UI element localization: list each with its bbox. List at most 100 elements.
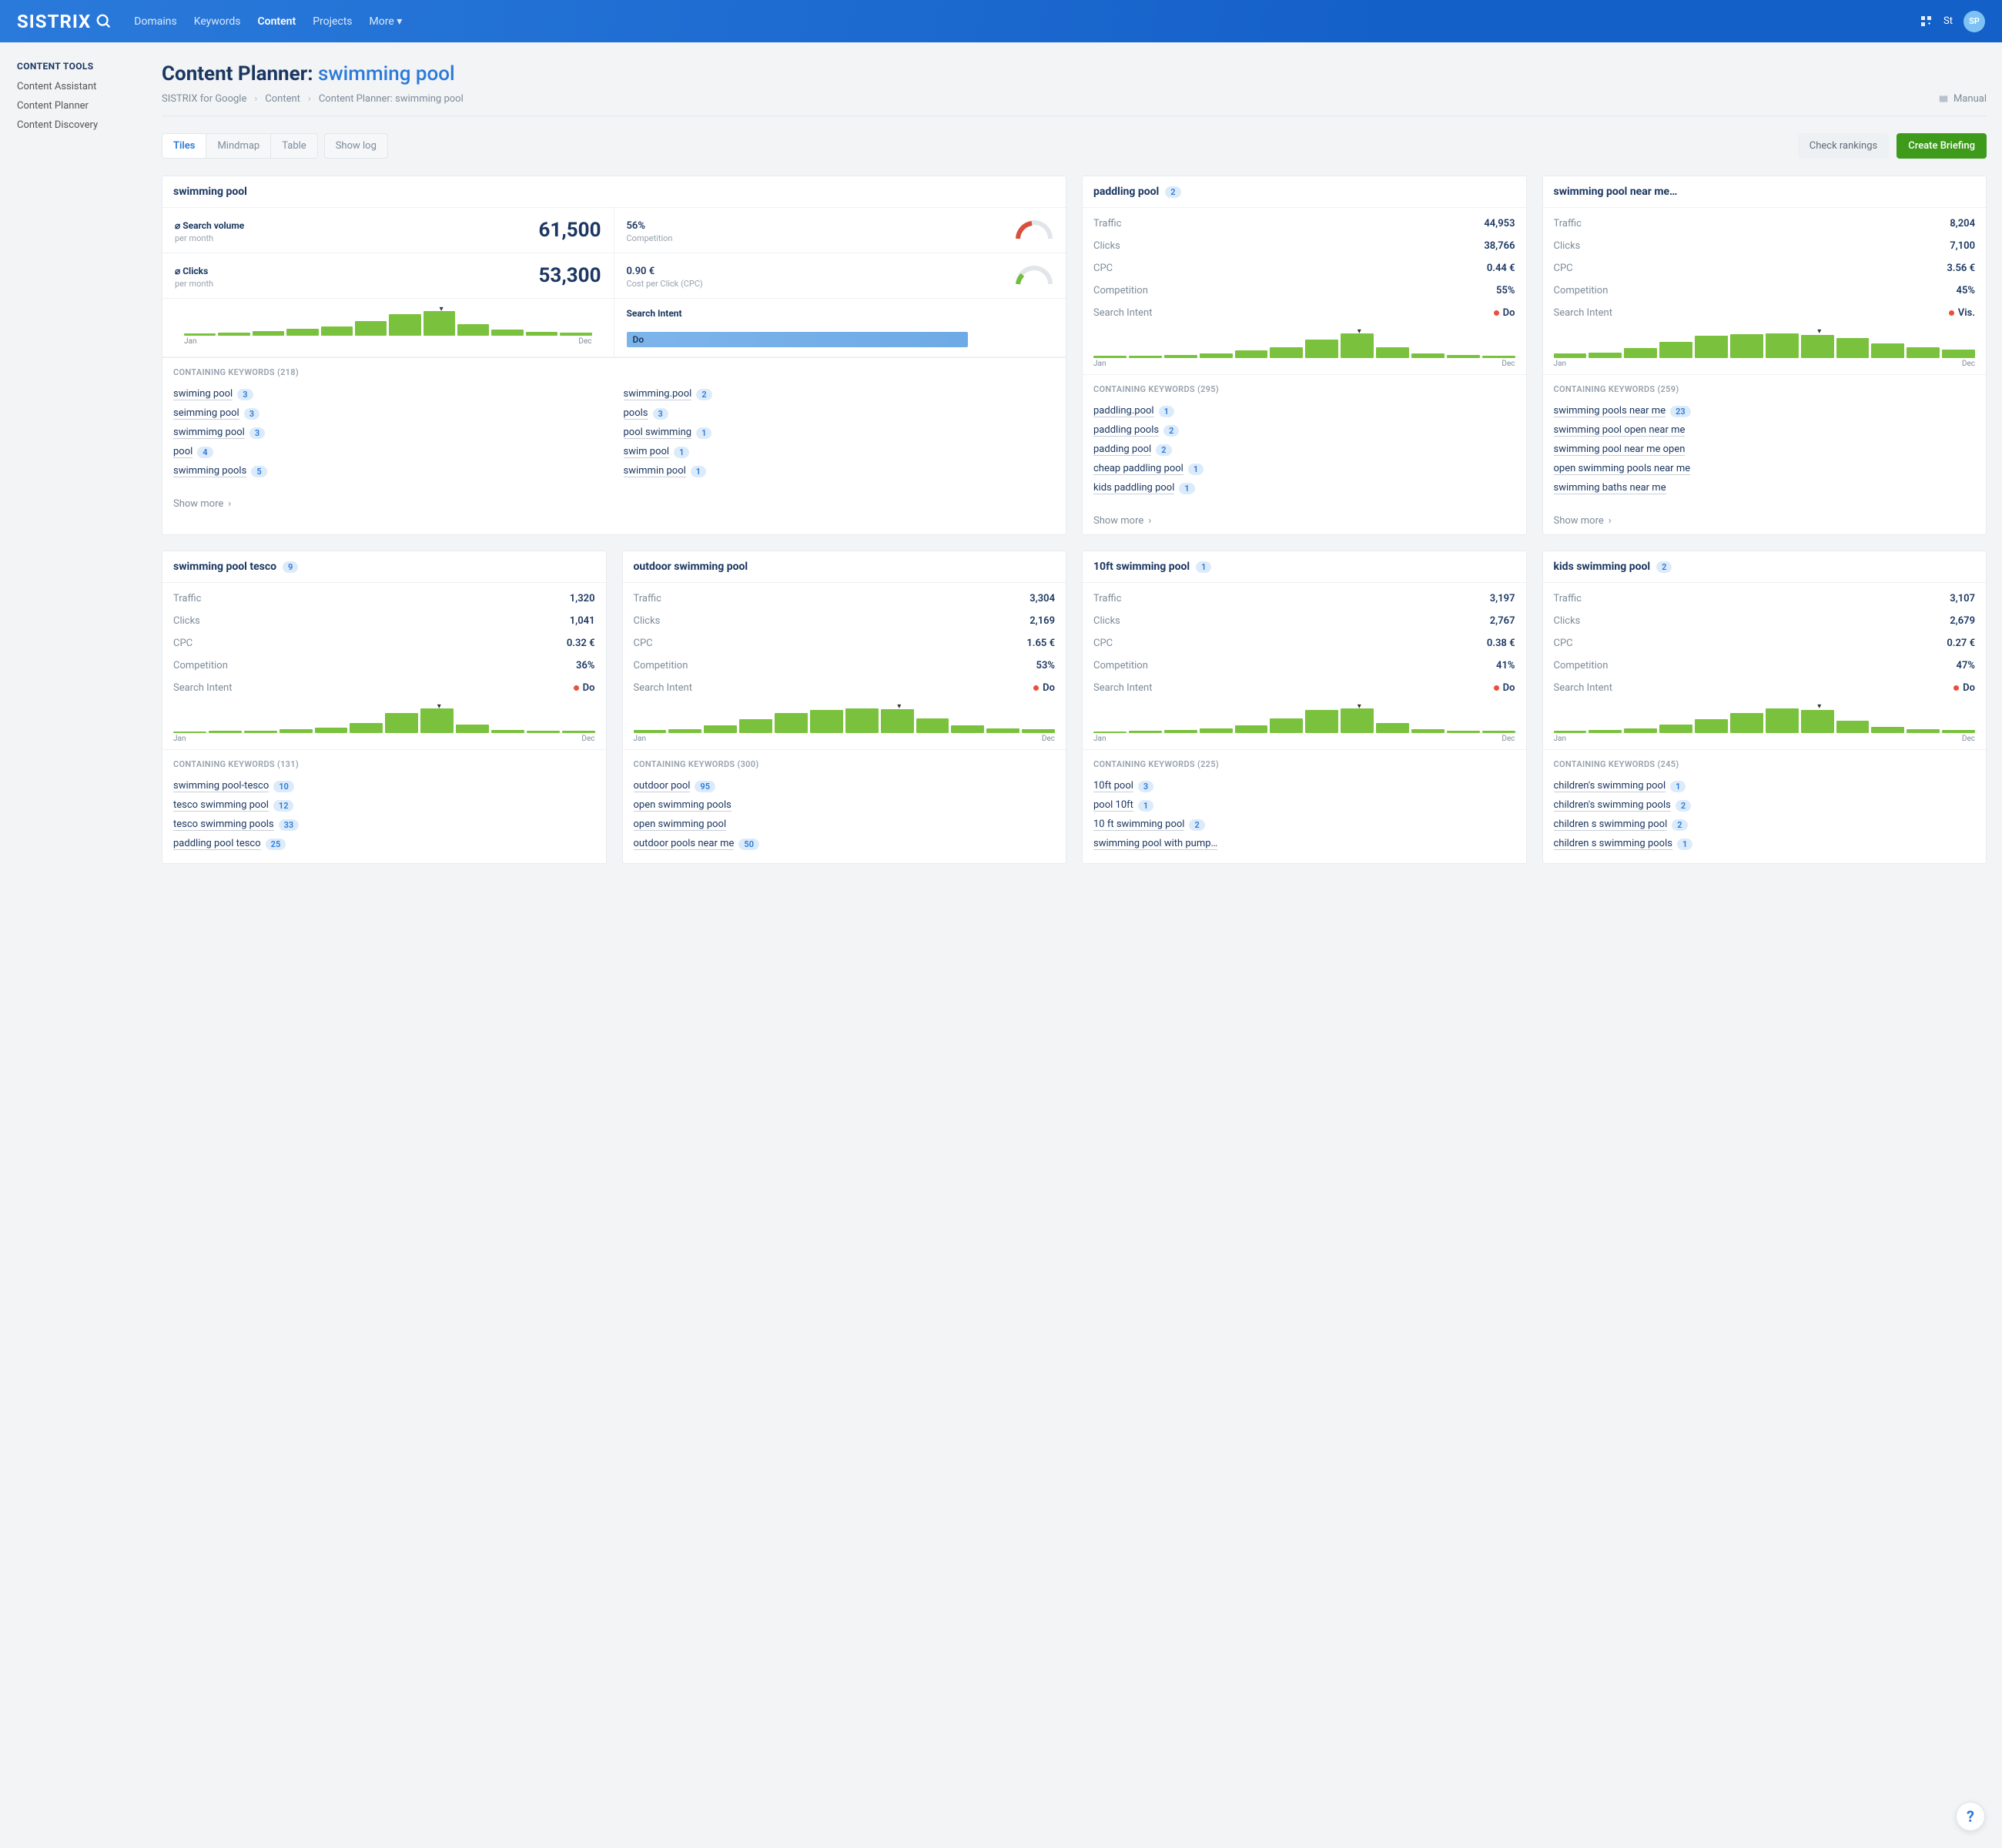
keyword-item[interactable]: children s swimming pools1 (1554, 835, 1976, 854)
manual-link[interactable]: Manual (1938, 93, 1987, 105)
keyword-item[interactable]: outdoor pool95 (634, 777, 1056, 796)
show-more[interactable]: Show more › (1543, 507, 1987, 534)
metric-label: ⌀ Clicks (175, 266, 208, 276)
kv-value: 1.65 € (1026, 638, 1055, 649)
keyword-tile: swimming pool near me…Traffic8,204Clicks… (1542, 176, 1987, 535)
brand-logo[interactable]: SISTRIX (17, 11, 112, 32)
trend-chart: ▾ (1543, 329, 1987, 360)
check-rankings-button[interactable]: Check rankings (1798, 133, 1889, 159)
nav-domains[interactable]: Domains (134, 15, 176, 28)
keyword-item[interactable]: swiming pool3 (173, 385, 605, 404)
tile-title: 10ft swimming pool (1093, 561, 1190, 573)
keyword-item[interactable]: padding pool2 (1093, 440, 1515, 460)
show-more-label: Show more (1093, 515, 1143, 527)
sidebar-item-assistant[interactable]: Content Assistant (17, 81, 126, 92)
top-nav: Domains Keywords Content Projects More ▾ (134, 15, 402, 28)
keyword-item[interactable]: 10 ft swimming pool2 (1093, 815, 1515, 835)
chevron-right-icon: › (228, 498, 231, 510)
keyword-item[interactable]: pool4 (173, 443, 605, 462)
keyword-item[interactable]: open swimming pool (634, 815, 1056, 835)
keyword-item[interactable]: swim pool1 (624, 443, 1056, 462)
tab-mindmap[interactable]: Mindmap (206, 134, 271, 158)
keyword-item[interactable]: swimming pool-tesco10 (173, 777, 595, 796)
account-short[interactable]: St (1943, 15, 1953, 27)
kw-col-left: swiming pool3seimming pool3swimmimg pool… (173, 385, 605, 481)
crumb-current: Content Planner: swimming pool (319, 93, 464, 105)
keyword-item[interactable]: children's swimming pools2 (1554, 796, 1976, 815)
kv-value: 7,100 (1950, 240, 1975, 252)
nav-projects[interactable]: Projects (313, 15, 352, 28)
kv-label: Traffic (1093, 593, 1121, 604)
apps-grid-icon[interactable] (1920, 15, 1933, 28)
metric-label: ⌀ Search volume (175, 220, 244, 231)
kv-value: 53% (1036, 660, 1055, 671)
keyword-tile: 10ft swimming pool1Traffic3,197Clicks2,7… (1082, 551, 1527, 864)
kw-section-head: CONTAINING KEYWORDS (295) (1093, 384, 1515, 394)
tab-tiles[interactable]: Tiles (162, 134, 206, 158)
nav-more[interactable]: More ▾ (370, 15, 403, 28)
help-fab[interactable]: ? (1956, 1802, 1985, 1831)
kv-value: Do (1953, 682, 1975, 694)
keyword-item[interactable]: tesco swimming pools33 (173, 815, 595, 835)
axis-label: Jan (1554, 735, 1566, 743)
main-content: Content Planner: swimming pool SISTRIX f… (143, 42, 2002, 1848)
keyword-item[interactable]: paddling pool tesco25 (173, 835, 595, 854)
axis-label: Jan (1093, 360, 1106, 368)
keyword-item[interactable]: swimmin pool1 (624, 462, 1056, 481)
avatar[interactable]: SP (1964, 11, 1985, 32)
keyword-item[interactable]: pools3 (624, 404, 1056, 424)
keyword-item[interactable]: 10ft pool3 (1093, 777, 1515, 796)
kv-value: 2,679 (1950, 615, 1975, 627)
keyword-item[interactable]: seimming pool3 (173, 404, 605, 424)
keyword-item[interactable]: swimming baths near me (1554, 479, 1976, 498)
show-more[interactable]: Show more › (1083, 507, 1526, 534)
kv-value: 0.44 € (1487, 263, 1515, 274)
trend-chart: ▾ (173, 306, 603, 337)
caret-icon: ▾ (1358, 327, 1361, 336)
show-more[interactable]: Show more› (162, 490, 1066, 517)
keyword-item[interactable]: open swimming pools near me (1554, 460, 1976, 479)
keyword-item[interactable]: swimming pool open near me (1554, 421, 1976, 440)
axis-label: Dec (1962, 360, 1975, 368)
keyword-item[interactable]: cheap paddling pool1 (1093, 460, 1515, 479)
metric-value: 53,300 (539, 264, 601, 287)
tile-title: paddling pool (1093, 186, 1159, 198)
sidebar-item-planner[interactable]: Content Planner (17, 100, 126, 112)
nav-content[interactable]: Content (258, 15, 296, 28)
kv-value: 2,767 (1490, 615, 1515, 627)
keyword-item[interactable]: swimming pool with pump… (1093, 835, 1515, 854)
keyword-item[interactable]: paddling pools2 (1093, 421, 1515, 440)
keyword-item[interactable]: open swimming pools (634, 796, 1056, 815)
keyword-item[interactable]: pool 10ft1 (1093, 796, 1515, 815)
keyword-item[interactable]: pool swimming1 (624, 424, 1056, 443)
keyword-item[interactable]: outdoor pools near me50 (634, 835, 1056, 854)
nav-keywords[interactable]: Keywords (194, 15, 241, 28)
keyword-item[interactable]: swimming.pool2 (624, 385, 1056, 404)
kv-label: Search Intent (1093, 307, 1152, 319)
keyword-item[interactable]: swimming pool near me open (1554, 440, 1976, 460)
sidebar-item-discovery[interactable]: Content Discovery (17, 119, 126, 131)
keyword-item[interactable]: swimming pools near me23 (1554, 402, 1976, 421)
view-toolbar: Tiles Mindmap Table Show log Check ranki… (162, 133, 1987, 159)
tab-table[interactable]: Table (271, 134, 316, 158)
keyword-item[interactable]: children's swimming pool1 (1554, 777, 1976, 796)
crumb-content[interactable]: Content (265, 93, 300, 105)
tab-showlog[interactable]: Show log (324, 133, 388, 159)
keyword-item[interactable]: paddling.pool1 (1093, 402, 1515, 421)
intent-value: Do (627, 332, 969, 347)
caret-icon: ▾ (1358, 702, 1361, 711)
keyword-item[interactable]: kids paddling pool1 (1093, 479, 1515, 498)
keyword-item[interactable]: tesco swimming pool12 (173, 796, 595, 815)
crumb-root[interactable]: SISTRIX for Google (162, 93, 246, 105)
axis-label: Dec (578, 337, 591, 346)
kv-value: 3,304 (1029, 593, 1055, 604)
breadcrumb: SISTRIX for Google› Content› Content Pla… (162, 93, 1987, 116)
keyword-item[interactable]: swimmimg pool3 (173, 424, 605, 443)
kv-label: Competition (173, 660, 228, 671)
kv-label: CPC (1554, 638, 1573, 649)
create-briefing-button[interactable]: Create Briefing (1897, 133, 1987, 159)
kv-value: 38,766 (1484, 240, 1515, 252)
keyword-item[interactable]: swimming pools5 (173, 462, 605, 481)
gauge-competition-icon (1015, 220, 1053, 240)
keyword-item[interactable]: children s swimming pool2 (1554, 815, 1976, 835)
